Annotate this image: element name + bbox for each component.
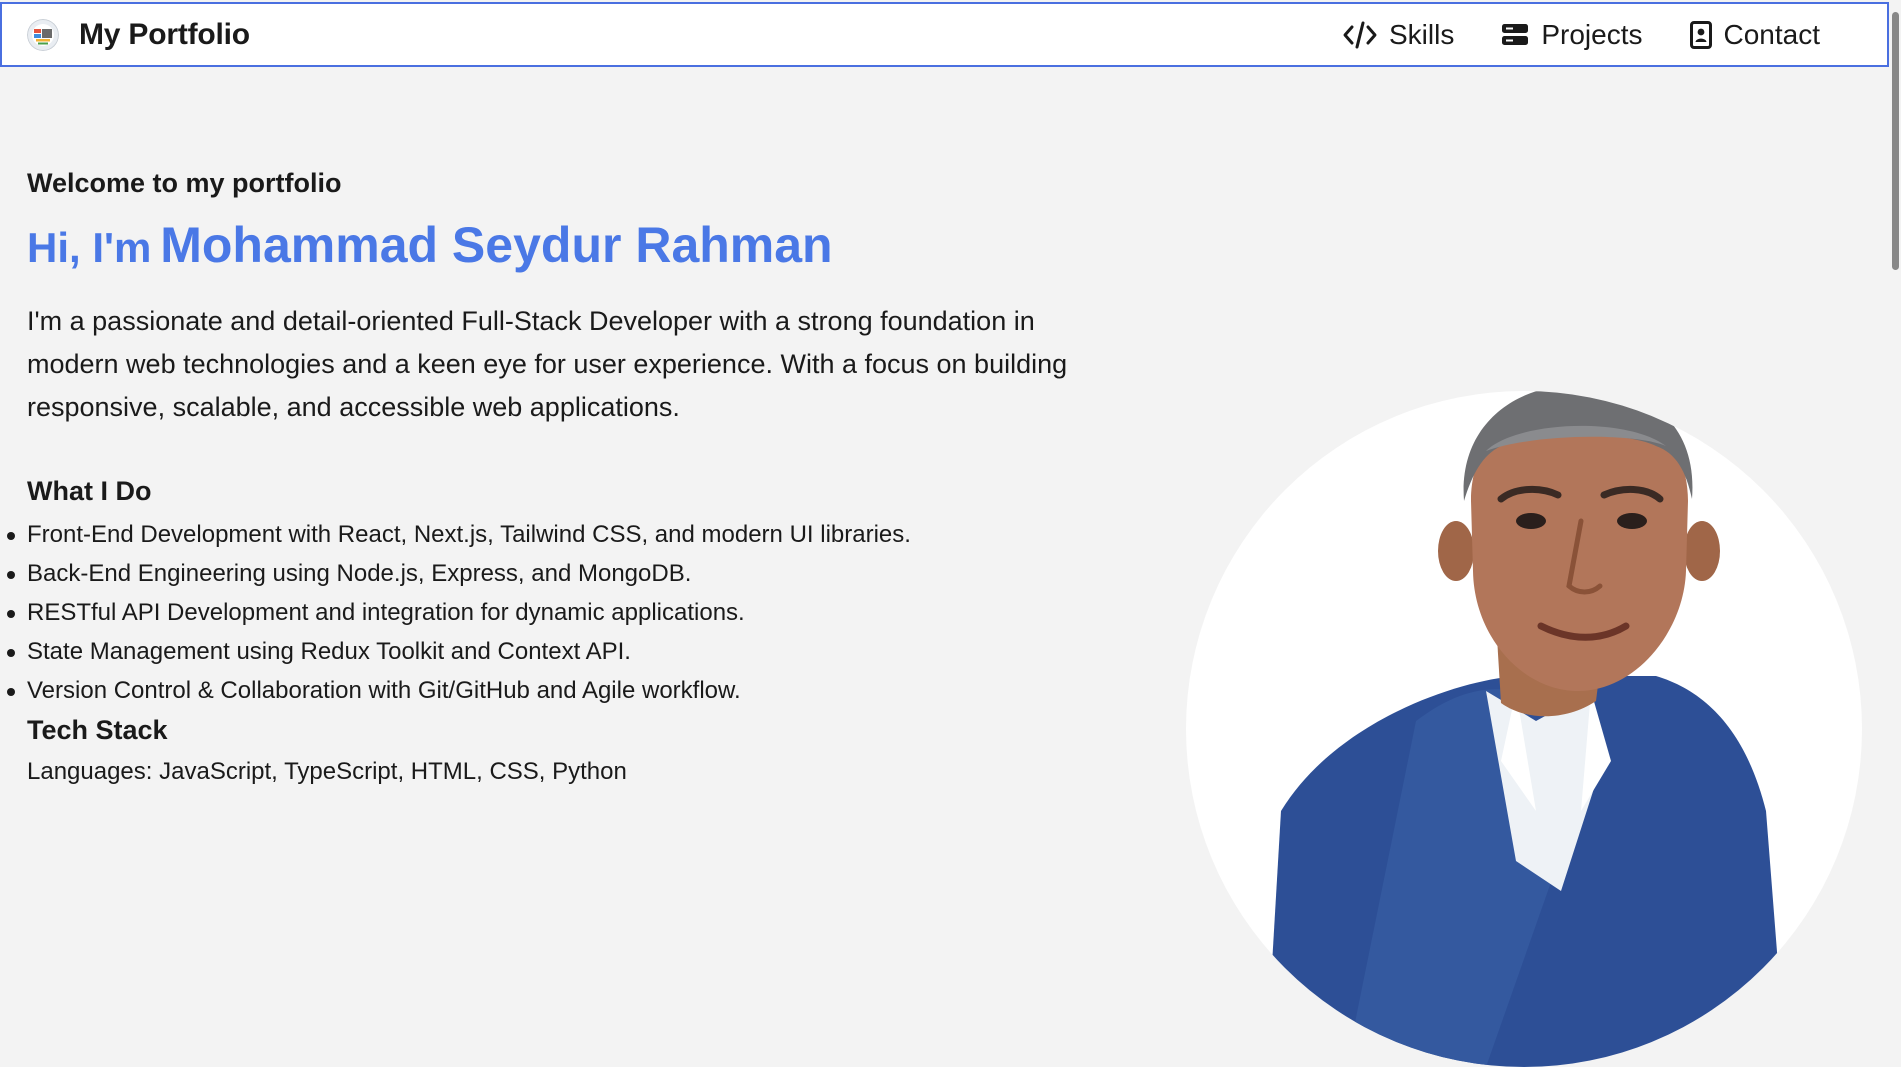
greeting-text: Hi, I'm [27,224,152,271]
intro-paragraph: I'm a passionate and detail-oriented Ful… [27,306,1068,422]
code-icon [1343,21,1377,48]
contact-card-icon [1689,20,1712,49]
nav-projects-label: Projects [1541,18,1643,50]
tech-stack-languages: Languages: JavaScript, TypeScript, HTML,… [27,758,627,785]
service-item: Version Control & Collaboration with Git… [7,671,911,710]
top-navbar: My Portfolio Skills Projects Contact [0,2,1889,67]
service-item: RESTful API Development and integration … [7,593,911,632]
page-scrollbar[interactable] [1889,0,1901,773]
profile-photo [1266,391,1786,1067]
service-item: Back-End Engineering using Node.js, Expr… [7,554,911,593]
nav-skills-link[interactable]: Skills [1342,19,1454,51]
developer-name: Mohammad Seydur Rahman [160,217,833,273]
profile-photo-frame [1186,391,1862,1067]
nav-contact-label: Contact [1723,18,1821,50]
service-item: State Management using Redux Toolkit and… [7,632,911,671]
hero-headline: Hi, I'm Mohammad Seydur Rahman [27,216,833,274]
scrollbar-thumb[interactable] [1892,12,1899,270]
nav-skills-label: Skills [1389,18,1455,50]
tech-stack-heading: Tech Stack [27,715,168,745]
services-list: Front-End Development with React, Next.j… [7,515,911,710]
nav-contact-link[interactable]: Contact [1689,18,1821,51]
brand-link[interactable]: My Portfolio [27,18,250,52]
welcome-heading: Welcome to my portfolio [27,168,342,198]
service-item: Front-End Development with React, Next.j… [7,515,911,554]
nav-projects-link[interactable]: Projects [1500,18,1643,51]
server-icon [1502,23,1529,45]
brand-title: My Portfolio [79,17,250,51]
what-i-do-heading: What I Do [27,476,152,506]
nav-links: Skills Projects Contact [1296,4,1887,65]
portfolio-logo-icon [27,18,59,51]
